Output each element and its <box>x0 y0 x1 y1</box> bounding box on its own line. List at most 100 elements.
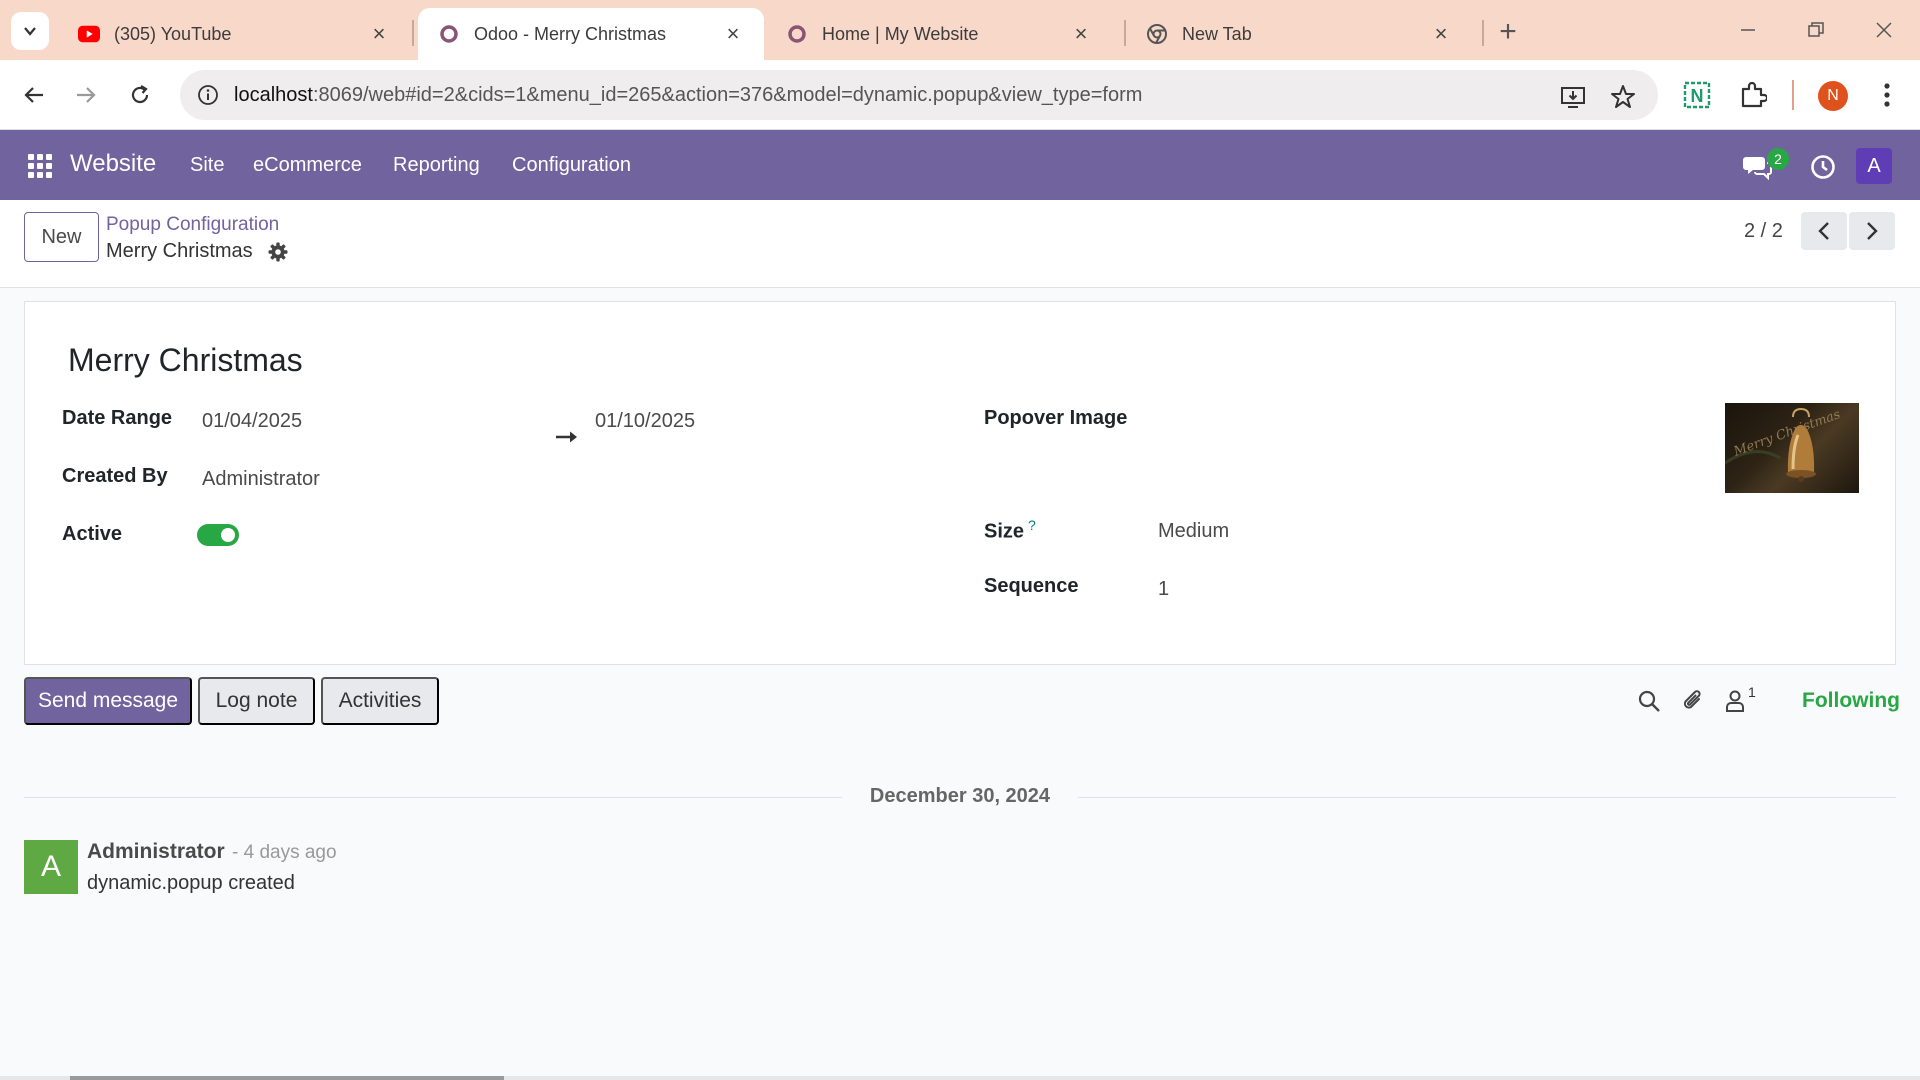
paperclip-icon[interactable] <box>1678 686 1708 716</box>
pager-previous-button[interactable] <box>1801 212 1847 250</box>
date-start-field[interactable]: 01/04/2025 <box>202 410 302 433</box>
form-sheet: Merry Christmas Date Range 01/04/2025 01… <box>24 301 1896 665</box>
browser-tab-new-tab[interactable]: New Tab × <box>1126 8 1472 60</box>
activities-button[interactable]: Activities <box>321 677 439 725</box>
created-by-label: Created By <box>62 465 168 487</box>
apps-menu-icon[interactable] <box>28 154 52 178</box>
popover-image-label: Popover Image <box>984 407 1128 429</box>
menu-site[interactable]: Site <box>190 154 224 177</box>
breadcrumb-current: Merry Christmas <box>106 240 253 262</box>
address-url[interactable]: localhost:8069/web#id=2&cids=1&menu_id=2… <box>234 84 1142 107</box>
reload-button[interactable] <box>122 77 158 113</box>
date-end-field[interactable]: 01/10/2025 <box>595 410 695 433</box>
user-avatar[interactable]: A <box>1856 148 1892 184</box>
gear-icon[interactable] <box>266 240 290 264</box>
back-button[interactable] <box>16 77 52 113</box>
tab-title: Home | My Website <box>822 23 979 44</box>
chevron-down-icon <box>24 27 36 36</box>
tab-title: New Tab <box>1182 23 1252 44</box>
youtube-icon <box>78 23 100 45</box>
close-icon[interactable]: × <box>1070 21 1092 46</box>
close-icon[interactable]: × <box>722 21 744 46</box>
tab-separator <box>412 20 414 46</box>
date-separator: December 30, 2024 <box>869 785 1051 807</box>
send-message-button[interactable]: Send message <box>24 677 192 725</box>
window-close-button[interactable] <box>1866 14 1902 46</box>
help-tooltip-icon[interactable]: ? <box>1028 517 1036 533</box>
active-toggle[interactable] <box>197 524 239 546</box>
odoo-main-navbar: Website Site eCommerce Reporting Configu… <box>0 130 1920 200</box>
menu-reporting[interactable]: Reporting <box>393 154 480 177</box>
tab-separator <box>1482 20 1484 46</box>
size-field[interactable]: Medium <box>1158 520 1229 543</box>
more-vertical-icon <box>1884 83 1890 107</box>
url-host: localhost <box>234 83 313 106</box>
sequence-label: Sequence <box>984 575 1079 597</box>
minimize-icon <box>1741 29 1755 31</box>
scrollbar-thumb[interactable] <box>70 1076 504 1080</box>
site-info-icon[interactable] <box>196 83 220 107</box>
extensions-puzzle-icon[interactable] <box>1736 78 1770 112</box>
address-bar[interactable]: localhost:8069/web#id=2&cids=1&menu_id=2… <box>180 70 1658 120</box>
url-path: :8069/web#id=2&cids=1&menu_id=265&action… <box>312 83 1143 106</box>
arrow-right-icon <box>555 420 579 451</box>
browser-menu-button[interactable] <box>1870 78 1904 112</box>
date-separator-line <box>24 797 842 798</box>
reload-icon <box>131 85 149 104</box>
svg-text:Merry Christmas: Merry Christmas <box>1731 407 1843 460</box>
close-icon[interactable]: × <box>368 21 390 46</box>
menu-ecommerce[interactable]: eCommerce <box>253 154 362 177</box>
size-label-text: Size <box>984 520 1025 543</box>
pager-next-button[interactable] <box>1849 212 1895 250</box>
pager-value[interactable]: 2 / 2 <box>1744 220 1783 243</box>
date-range-label: Date Range <box>62 407 173 429</box>
close-icon[interactable]: × <box>1430 21 1452 46</box>
tab-title: Odoo - Merry Christmas <box>474 23 667 44</box>
chrome-icon <box>1146 23 1168 45</box>
followers-count: 1 <box>1748 684 1756 700</box>
active-label: Active <box>62 523 123 545</box>
browser-tabstrip: (305) YouTube × Odoo - Merry Christmas ×… <box>0 0 1920 60</box>
browser-tab-odoo-merry-christmas[interactable]: Odoo - Merry Christmas × <box>418 8 764 60</box>
forward-button[interactable] <box>68 77 104 113</box>
chevron-left-icon <box>1818 222 1829 240</box>
tab-search-button[interactable] <box>11 12 49 50</box>
record-name-field[interactable]: Merry Christmas <box>68 342 303 379</box>
close-icon <box>1876 22 1892 38</box>
new-record-button[interactable]: New <box>24 212 99 262</box>
browser-profile-avatar[interactable]: N <box>1818 81 1848 111</box>
tab-title: (305) YouTube <box>114 23 232 44</box>
popover-image[interactable]: Merry Christmas <box>1725 403 1859 493</box>
avatar[interactable]: A <box>24 840 78 894</box>
plus-icon: + <box>1499 15 1517 48</box>
extension-n-icon[interactable]: N <box>1680 78 1714 112</box>
menu-configuration[interactable]: Configuration <box>512 154 631 177</box>
browser-tab-home-my-website[interactable]: Home | My Website × <box>766 8 1112 60</box>
followers-icon[interactable] <box>1720 686 1750 716</box>
restore-icon <box>1808 22 1824 37</box>
horizontal-scrollbar[interactable] <box>0 1076 1920 1080</box>
messages-count-badge: 2 <box>1767 148 1789 170</box>
created-by-field[interactable]: Administrator <box>202 468 320 491</box>
new-tab-button[interactable]: + <box>1492 15 1524 48</box>
toolbar-divider <box>1792 80 1794 110</box>
restore-button[interactable] <box>1798 14 1834 46</box>
breadcrumb-parent-link[interactable]: Popup Configuration <box>106 214 279 236</box>
activity-clock-icon[interactable] <box>1808 152 1838 182</box>
bookmark-star-icon[interactable] <box>1608 82 1638 112</box>
message-timestamp: - 4 days ago <box>232 842 337 863</box>
following-button[interactable]: Following <box>1802 689 1900 713</box>
message-author[interactable]: Administrator <box>87 840 225 864</box>
sequence-field[interactable]: 1 <box>1158 578 1169 601</box>
app-name[interactable]: Website <box>70 150 156 178</box>
svg-text:N: N <box>1691 86 1704 106</box>
odoo-icon <box>438 23 460 45</box>
browser-tab-youtube[interactable]: (305) YouTube × <box>58 8 410 60</box>
browser-toolbar: localhost:8069/web#id=2&cids=1&menu_id=2… <box>0 60 1920 130</box>
odoo-icon <box>786 23 808 45</box>
minimize-button[interactable] <box>1730 14 1766 46</box>
install-app-icon[interactable] <box>1558 82 1588 112</box>
search-icon[interactable] <box>1634 686 1664 716</box>
log-note-button[interactable]: Log note <box>198 677 315 725</box>
chevron-right-icon <box>1867 222 1878 240</box>
